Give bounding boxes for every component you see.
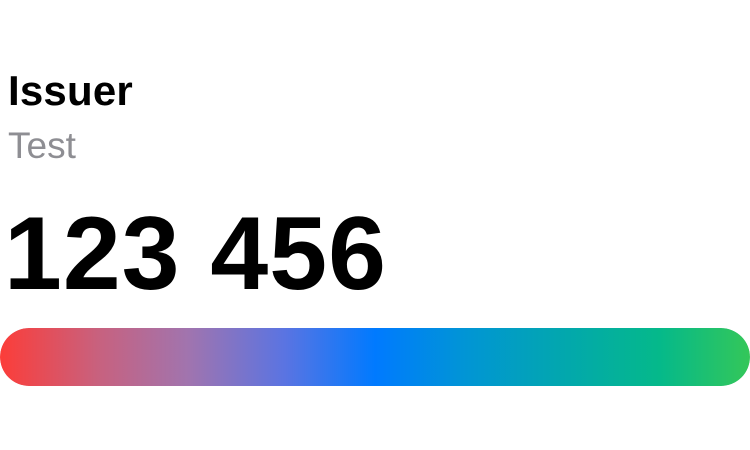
account-name: Test xyxy=(8,125,76,166)
otp-code[interactable]: 123 456 xyxy=(4,198,387,310)
timer-progress-fill xyxy=(0,328,750,386)
otp-token-card[interactable]: Issuer Test 123 456 xyxy=(0,0,750,450)
timer-progress-bar xyxy=(0,328,750,386)
issuer-label: Issuer xyxy=(8,67,133,114)
